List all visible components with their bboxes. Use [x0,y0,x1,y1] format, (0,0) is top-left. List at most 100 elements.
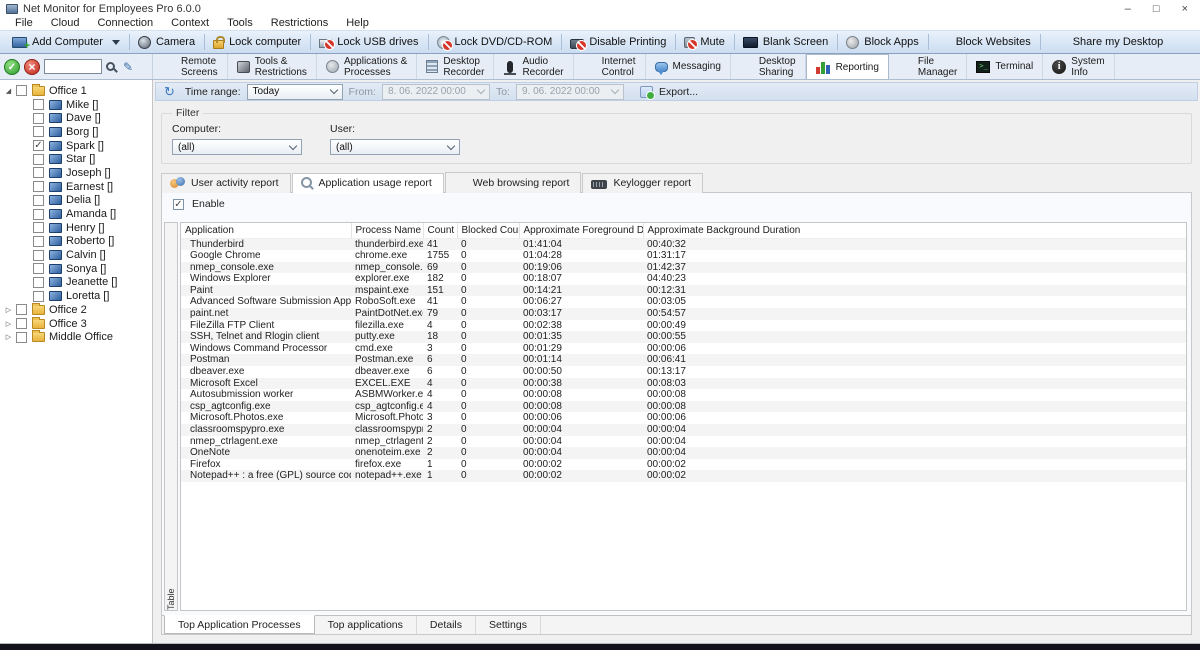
computer-checkbox[interactable] [33,181,44,192]
mute-button[interactable]: Mute [676,31,734,53]
tab-top-applications[interactable]: Top applications [315,616,417,634]
lock-usb-drives-button[interactable]: Lock USB drives [311,31,428,53]
computer-checkbox[interactable] [33,99,44,110]
tree-item-computer[interactable]: Earnest [] [0,180,152,194]
table-row[interactable]: csp_agtconfig.exe csp_agtconfig.exe 4 0 … [181,401,1186,413]
computer-checkbox[interactable] [33,222,44,233]
tab-messaging[interactable]: Messaging [646,54,731,79]
computer-label[interactable]: Amanda [] [66,208,116,220]
group-checkbox[interactable] [16,85,27,96]
tab-desktop-sharing[interactable]: Desktop Sharing [731,54,806,79]
menu-item[interactable]: Help [337,17,378,29]
lock-dvd-button[interactable]: Lock DVD/CD-ROM [429,31,563,53]
group-checkbox[interactable] [16,318,27,329]
table-row[interactable]: Microsoft Excel EXCEL.EXE 4 0 00:00:38 0… [181,378,1186,390]
table-row[interactable]: paint.net PaintDotNet.exe 79 0 00:03:17 … [181,308,1186,320]
tab-settings[interactable]: Settings [476,616,541,634]
tree-item-computer[interactable]: Spark [] [0,139,152,153]
group-checkbox[interactable] [16,332,27,343]
computer-label[interactable]: Loretta [] [66,290,109,302]
table-side-strip[interactable]: Table [164,222,178,611]
tree-group-label[interactable]: Office 3 [49,318,87,330]
camera-button[interactable]: Camera [130,31,205,53]
table-row[interactable]: Paint mspaint.exe 151 0 00:14:21 00:12:3… [181,285,1186,297]
table-row[interactable]: nmep_ctrlagent.exe nmep_ctrlagent.exe 2 … [181,436,1186,448]
table-row[interactable]: Windows Explorer explorer.exe 182 0 00:1… [181,273,1186,285]
tree-item-computer[interactable]: Mike [] [0,98,152,112]
tab-keylogger-report[interactable]: Keylogger report [582,173,703,193]
tree-group[interactable]: ▷ Middle Office [0,330,152,344]
computer-label[interactable]: Earnest [] [66,181,113,193]
computer-label[interactable]: Henry [] [66,222,105,234]
table-row[interactable]: Windows Command Processor cmd.exe 3 0 00… [181,343,1186,355]
table-row[interactable]: SSH, Telnet and Rlogin client putty.exe … [181,331,1186,343]
tree-group[interactable]: ▷ Office 3 [0,317,152,331]
computer-label[interactable]: Jeanette [] [66,276,117,288]
blank-screen-button[interactable]: Blank Screen [735,31,838,53]
computer-label[interactable]: Star [] [66,153,95,165]
menu-item[interactable]: Context [162,17,218,29]
user-filter-select[interactable]: (all) [330,139,460,155]
table-row[interactable]: FileZilla FTP Client filezilla.exe 4 0 0… [181,320,1186,332]
table-row[interactable]: nmep_console.exe nmep_console.exe 69 0 0… [181,262,1186,274]
block-apps-button[interactable]: Block Apps [838,31,928,53]
table-row[interactable]: Notepad++ : a free (GPL) source code edi… [181,470,1186,482]
tree-item-computer[interactable]: Calvin [] [0,248,152,262]
expand-icon[interactable]: ▷ [2,333,13,341]
edit-icon[interactable]: ✎ [123,60,133,74]
column-header[interactable]: Blocked Count [457,223,519,238]
tab-reporting[interactable]: Reporting [806,54,889,79]
computer-label[interactable]: Dave [] [66,112,101,124]
computer-checkbox[interactable] [33,250,44,261]
lock-computer-button[interactable]: Lock computer [205,31,311,53]
collapse-icon[interactable]: ◢ [2,87,13,95]
column-header[interactable]: Process Name [351,223,423,238]
enable-checkbox[interactable] [173,199,184,210]
share-desktop-button[interactable]: Share my Desktop [1041,31,1173,53]
expand-icon[interactable]: ▷ [2,320,13,328]
tree-item-computer[interactable]: Jeanette [] [0,276,152,290]
tree-item-computer[interactable]: Delia [] [0,194,152,208]
tab-tools-restrictions[interactable]: Tools & Restrictions [228,54,317,79]
disconnect-button[interactable] [24,59,40,75]
tree-group-label[interactable]: Office 2 [49,304,87,316]
expand-icon[interactable]: ▷ [2,306,13,314]
menu-item[interactable]: Cloud [42,17,89,29]
computer-checkbox[interactable] [33,113,44,124]
block-websites-button[interactable]: Block Websites [929,31,1041,53]
computer-checkbox[interactable] [33,195,44,206]
tab-applications-processes[interactable]: Applications & Processes [317,54,417,79]
computer-checkbox[interactable] [33,126,44,137]
export-button[interactable]: Export... [659,86,698,98]
computer-label[interactable]: Spark [] [66,140,104,152]
computer-checkbox[interactable] [33,209,44,220]
tab-terminal[interactable]: Terminal [967,54,1043,79]
computer-label[interactable]: Mike [] [66,99,98,111]
tab-application-usage-report[interactable]: Application usage report [292,173,444,193]
table-row[interactable]: Microsoft.Photos.exe Microsoft.Photos.ex… [181,412,1186,424]
tab-internet-control[interactable]: Internet Control [574,54,646,79]
tree-item-computer[interactable]: Dave [] [0,111,152,125]
tree-group-label[interactable]: Middle Office [49,331,113,343]
computer-label[interactable]: Sonya [] [66,263,106,275]
table-row[interactable]: Advanced Software Submission Application… [181,296,1186,308]
computer-checkbox[interactable] [33,236,44,247]
tab-remote-screens[interactable]: Remote Screens [153,54,228,79]
add-computer-button[interactable]: Add Computer [4,31,130,53]
time-range-select[interactable]: Today [247,84,343,100]
computer-label[interactable]: Roberto [] [66,235,114,247]
column-header[interactable]: Approximate Background Duration [643,223,1186,238]
menu-item[interactable]: Restrictions [262,17,337,29]
search-input[interactable] [44,59,102,74]
export-icon[interactable] [640,86,653,98]
tree-item-computer[interactable]: Henry [] [0,221,152,235]
table-row[interactable]: Postman Postman.exe 6 0 00:01:14 00:06:4… [181,354,1186,366]
column-header[interactable]: Application [181,223,351,238]
tree-group[interactable]: ▷ Office 2 [0,303,152,317]
table-row[interactable]: Autosubmission worker ASBMWorker.exe 4 0… [181,389,1186,401]
refresh-icon[interactable]: ↻ [164,85,175,98]
tab-system-info[interactable]: System Info [1043,54,1114,79]
tab-user-activity-report[interactable]: User activity report [161,173,291,193]
maximize-button[interactable]: □ [1153,3,1160,15]
table-row[interactable]: dbeaver.exe dbeaver.exe 6 0 00:00:50 00:… [181,366,1186,378]
